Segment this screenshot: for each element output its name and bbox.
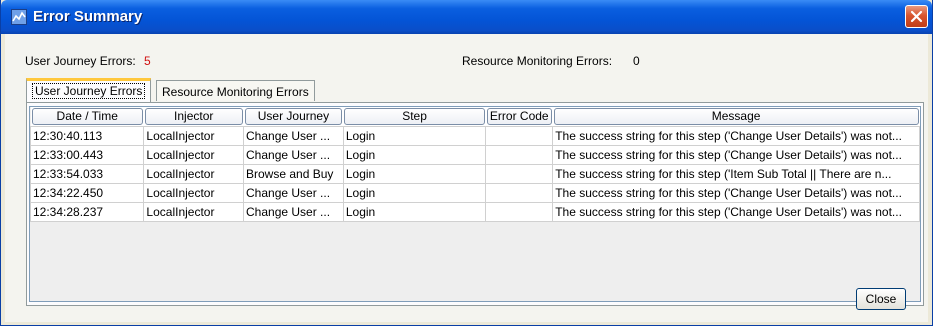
table-row[interactable]: 12:33:00.443 LocalInjector Change User .… — [30, 145, 920, 165]
window-title: Error Summary — [33, 8, 143, 25]
column-header-user-journey[interactable]: User Journey — [243, 107, 344, 127]
cell-date-time: 12:33:00.443 — [30, 145, 145, 165]
cell-injector: LocalInjector — [143, 126, 244, 146]
cell-step: Login — [342, 202, 487, 222]
cell-injector: LocalInjector — [143, 164, 244, 184]
cell-message: The success string for this step ('Chang… — [552, 183, 920, 203]
tab-label: Resource Monitoring Errors — [162, 85, 309, 99]
errors-table: Date / Time Injector User Journey Step E… — [30, 107, 920, 222]
table-row[interactable]: 12:33:54.033 LocalInjector Browse and Bu… — [30, 164, 920, 184]
cell-error-code — [485, 145, 554, 165]
cell-injector: LocalInjector — [143, 202, 244, 222]
cell-user-journey: Browse and Buy — [243, 164, 344, 184]
tab-user-journey-errors[interactable]: User Journey Errors — [26, 78, 152, 102]
cell-step: Login — [342, 183, 487, 203]
cell-error-code — [485, 164, 554, 184]
dialog-body: User Journey Errors: 5 Resource Monitori… — [5, 34, 928, 322]
chart-icon — [11, 9, 27, 25]
resource-monitoring-errors-label: Resource Monitoring Errors: — [462, 54, 613, 68]
table-row[interactable]: 12:34:22.450 LocalInjector Change User .… — [30, 183, 920, 203]
cell-error-code — [485, 126, 554, 146]
column-header-step[interactable]: Step — [343, 107, 486, 127]
window-close-button[interactable] — [905, 5, 928, 28]
column-header-injector[interactable]: Injector — [143, 107, 244, 127]
error-summary-window: Error Summary User Journey Errors: 5 Res… — [0, 0, 933, 326]
column-header-date-time[interactable]: Date / Time — [30, 107, 144, 127]
cell-message: The success string for this step ('Chang… — [552, 145, 920, 165]
cell-date-time: 12:34:28.237 — [30, 202, 145, 222]
cell-message: The success string for this step ('Item … — [552, 164, 920, 184]
cell-message: The success string for this step ('Chang… — [552, 126, 920, 146]
title-bar[interactable]: Error Summary — [1, 0, 932, 34]
resource-monitoring-errors-count: 0 — [633, 54, 640, 68]
cell-date-time: 12:30:40.113 — [30, 126, 145, 146]
cell-message: The success string for this step ('Chang… — [552, 202, 920, 222]
cell-user-journey: Change User ... — [243, 202, 344, 222]
cell-user-journey: Change User ... — [243, 145, 344, 165]
cell-date-time: 12:34:22.450 — [30, 183, 145, 203]
cell-date-time: 12:33:54.033 — [30, 164, 145, 184]
user-journey-errors-count: 5 — [144, 54, 151, 68]
close-icon — [910, 10, 923, 23]
tab-panel: Date / Time Injector User Journey Step E… — [26, 102, 924, 306]
user-journey-errors-label: User Journey Errors: — [25, 54, 136, 68]
table-header-row: Date / Time Injector User Journey Step E… — [30, 107, 920, 127]
cell-injector: LocalInjector — [143, 145, 244, 165]
tab-resource-monitoring-errors[interactable]: Resource Monitoring Errors — [156, 80, 315, 101]
column-header-error-code[interactable]: Error Code — [485, 107, 553, 127]
cell-step: Login — [342, 126, 487, 146]
cell-injector: LocalInjector — [143, 183, 244, 203]
close-button[interactable]: Close — [856, 288, 906, 310]
table-row[interactable]: 12:34:28.237 LocalInjector Change User .… — [30, 202, 920, 222]
errors-table-container[interactable]: Date / Time Injector User Journey Step E… — [29, 106, 921, 302]
tab-label: User Journey Errors — [32, 83, 146, 99]
column-header-message[interactable]: Message — [552, 107, 920, 127]
table-row[interactable]: 12:30:40.113 LocalInjector Change User .… — [30, 126, 920, 146]
cell-error-code — [485, 202, 554, 222]
cell-step: Login — [342, 164, 487, 184]
cell-error-code — [485, 183, 554, 203]
cell-user-journey: Change User ... — [243, 183, 344, 203]
cell-user-journey: Change User ... — [243, 126, 344, 146]
cell-step: Login — [342, 145, 487, 165]
